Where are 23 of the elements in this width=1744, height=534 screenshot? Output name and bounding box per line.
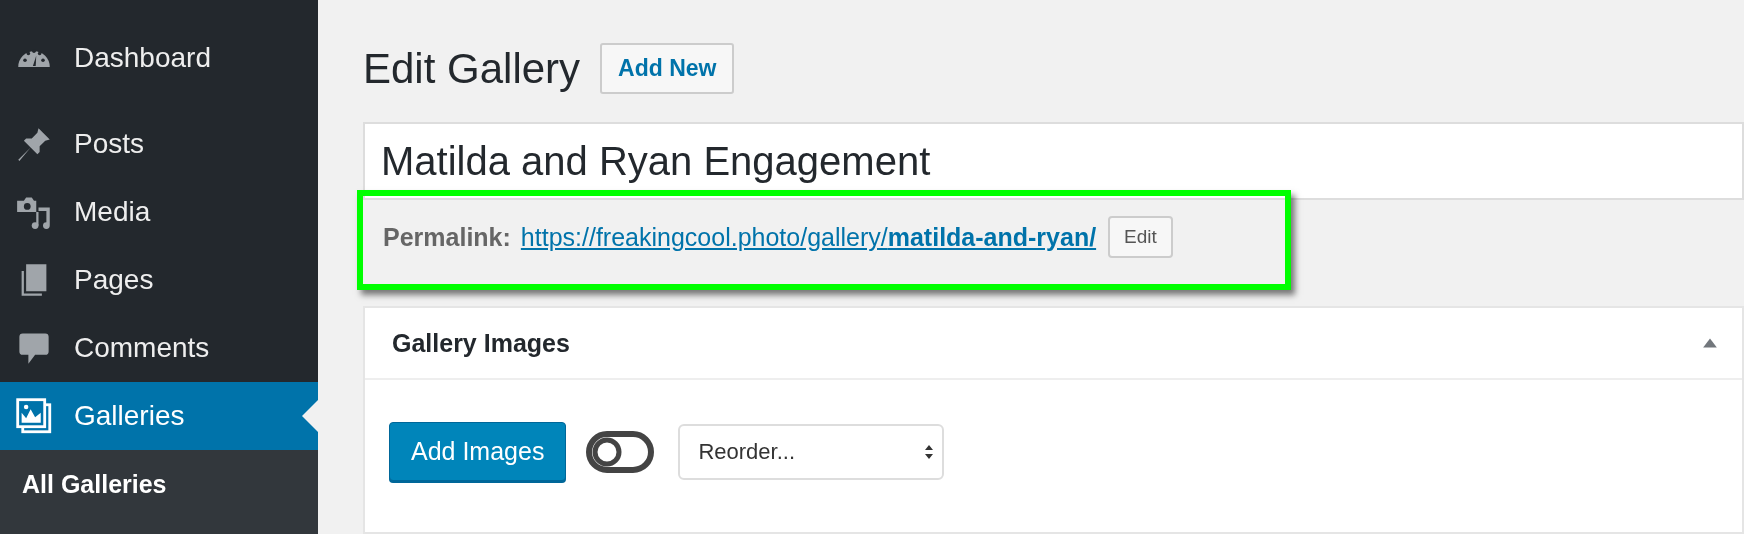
add-new-button[interactable]: Add New <box>600 43 735 94</box>
add-images-button[interactable]: Add Images <box>389 422 567 481</box>
permalink-label: Permalink: <box>383 222 511 252</box>
menu-item[interactable]: Posts <box>0 110 318 178</box>
up-down-arrows-icon <box>924 443 935 460</box>
toggle-switch[interactable] <box>586 430 655 473</box>
menu-item[interactable]: Pages <box>0 246 318 314</box>
pin-icon <box>16 126 52 162</box>
edit-button[interactable]: Edit <box>1108 216 1173 258</box>
gallery-icon <box>16 398 52 434</box>
menu-item[interactable]: Comments <box>0 314 318 382</box>
menu-item[interactable]: Media <box>0 178 318 246</box>
comment-icon <box>16 330 52 366</box>
permalink-link[interactable]: https://freakingcool.photo/gallery/matilda-and-ryan/ <box>520 222 1097 252</box>
media-icon <box>16 194 52 230</box>
current-pointer-icon <box>302 400 318 432</box>
menu-item[interactable]: Dashboard <box>0 18 318 98</box>
title-field[interactable]: Matilda and Ryan Engagement <box>363 122 1744 200</box>
reorder-select[interactable]: Reorder... <box>678 423 945 480</box>
menu-item[interactable]: Galleries <box>0 382 318 450</box>
collapse-icon[interactable] <box>1702 337 1718 349</box>
panel-title: Gallery Images <box>392 328 570 358</box>
page-title: Edit Gallery <box>363 44 581 93</box>
